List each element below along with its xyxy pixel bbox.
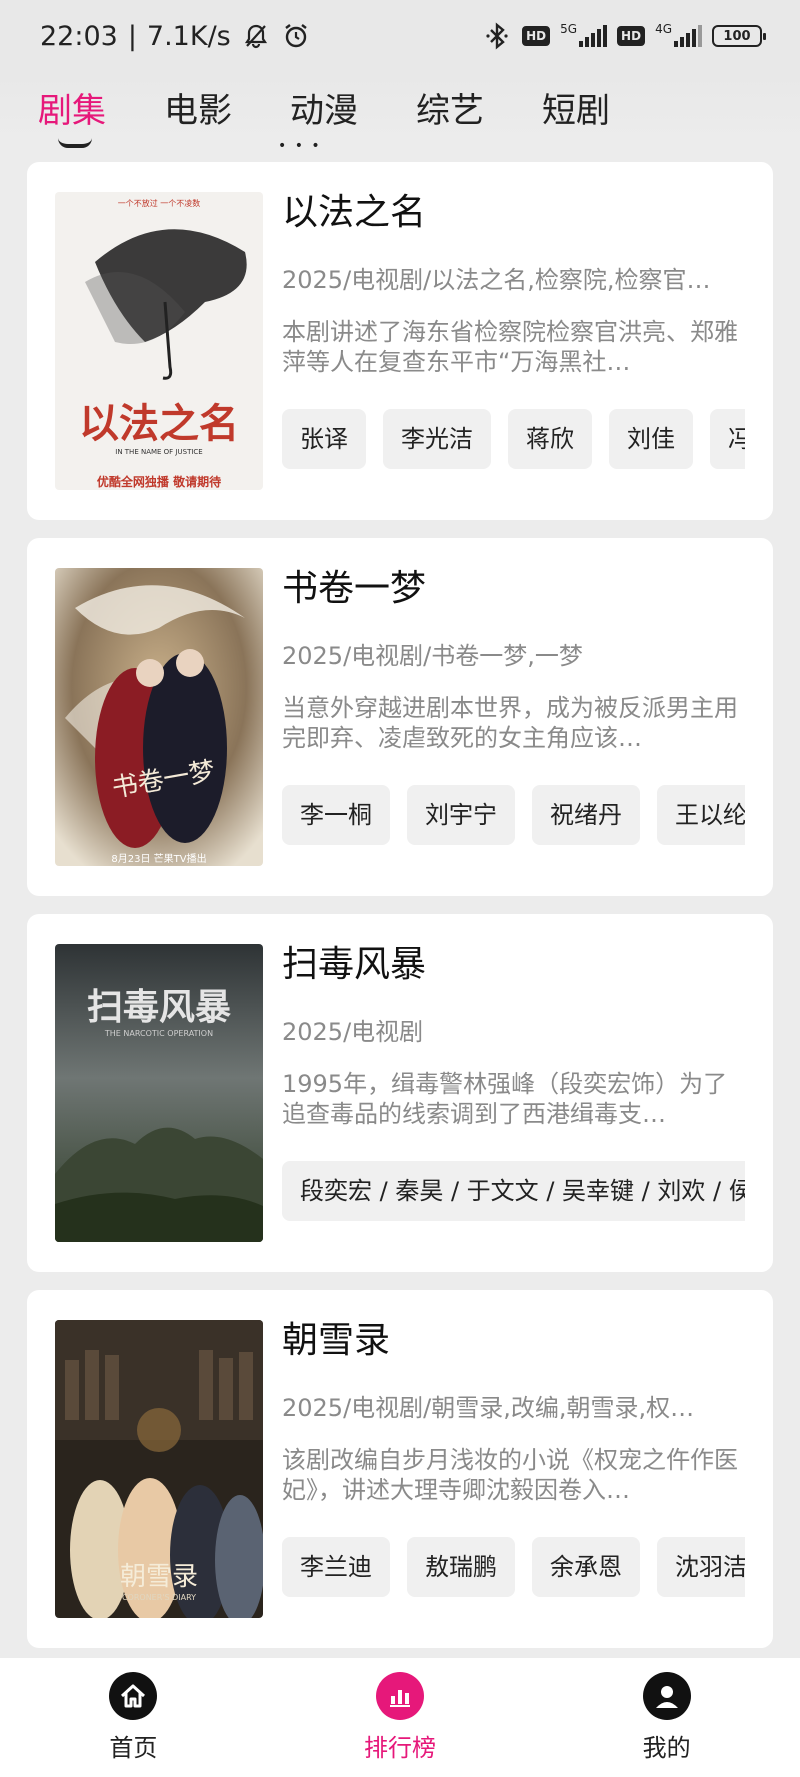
item-meta: 2025/电视剧/以法之名,检察院,检察官… (282, 266, 711, 294)
list-item[interactable]: 扫毒风暴 THE NARCOTIC OPERATION 扫毒风暴 2025/电视… (27, 914, 773, 1272)
cast-chip[interactable]: 余承恩 (532, 1537, 640, 1597)
cast-chips: 段奕宏 / 秦昊 / 于文文 / 吴幸键 / 刘欢 / 侯 (282, 1161, 745, 1221)
item-title: 以法之名 (282, 192, 427, 233)
item-title: 书卷一梦 (282, 568, 427, 609)
tab-anime[interactable]: 动漫 (290, 83, 358, 132)
nav-label: 排行榜 (363, 1734, 436, 1762)
cast-chip[interactable]: 敖瑞鹏 (407, 1537, 515, 1597)
item-description: 该剧改编自步月浅妆的小说《权宠之仵作医妃》，讲述大理寺卿沈毅因卷入… (282, 1446, 738, 1504)
cast-chip[interactable]: 刘宇宁 (407, 785, 515, 845)
bar-chart-icon (375, 1672, 424, 1720)
nav-ranking[interactable]: 排行榜 (320, 1672, 480, 1763)
cast-chip[interactable]: 李兰迪 (282, 1537, 390, 1597)
item-meta: 2025/电视剧 (282, 1018, 424, 1046)
item-description: 1995年，缉毒警林强峰（段奕宏饰）为了追查毒品的线索调到了西港缉毒支… (282, 1070, 728, 1128)
bluetooth-icon (482, 21, 512, 51)
signal-icon-2 (674, 25, 702, 47)
svg-text:扫毒风暴: 扫毒风暴 (87, 987, 231, 1028)
cast-chip[interactable]: 冯 (710, 409, 745, 469)
more-indicator-icon: • • • (278, 138, 322, 154)
cast-chip[interactable]: 刘佳 (609, 409, 693, 469)
home-icon (109, 1672, 158, 1720)
network-speed: 7.1K/s (146, 20, 231, 52)
tab-label: 短剧 (542, 90, 610, 131)
status-bar: 22:03 | 7.1K/s HD 5G HD 4G 100 (0, 0, 800, 72)
hd-badge-2: HD (617, 26, 646, 46)
svg-text:以法之名: 以法之名 (79, 400, 239, 447)
nav-profile[interactable]: 我的 (587, 1672, 747, 1763)
tab-label: 剧集 (38, 90, 106, 131)
clock: 22:03 (40, 20, 118, 52)
item-meta: 2025/电视剧/朝雪录,改编,朝雪录,权… (282, 1394, 695, 1422)
bottom-nav: 首页 排行榜 我的 (0, 1658, 800, 1777)
item-info: 书卷一梦 2025/电视剧/书卷一梦,一梦 当意外穿越进剧本世界，成为被反派男主… (282, 564, 745, 845)
status-separator: | (127, 20, 137, 52)
svg-text:朝雪录: 朝雪录 (120, 1562, 198, 1592)
svg-text:一个不放过 一个不凌数: 一个不放过 一个不凌数 (118, 198, 201, 208)
list-item[interactable]: 书卷一梦 8月23日 芒果TV播出 书卷一梦 2025/电视剧/书卷一梦,一梦 … (27, 538, 773, 896)
item-title: 扫毒风暴 (282, 944, 427, 985)
status-right: HD 5G HD 4G 100 (482, 21, 766, 51)
active-tab-indicator (58, 138, 92, 148)
cast-chip[interactable]: 蒋欣 (508, 409, 592, 469)
user-icon (642, 1672, 691, 1720)
cast-chip[interactable]: 李一桐 (282, 785, 390, 845)
item-info: 扫毒风暴 2025/电视剧 1995年，缉毒警林强峰（段奕宏饰）为了追查毒品的线… (282, 940, 745, 1221)
poster-image: 一个不放过 一个不凌数 以法之名 IN THE NAME OF JUSTICE … (55, 192, 263, 490)
nav-label: 我的 (642, 1734, 691, 1762)
nav-home[interactable]: 首页 (53, 1672, 213, 1763)
tab-variety[interactable]: 综艺 (416, 83, 484, 132)
item-description: 当意外穿越进剧本世界，成为被反派男主用完即弃、凌虐致死的女主角应该… (282, 694, 738, 752)
ranking-list: 一个不放过 一个不凌数 以法之名 IN THE NAME OF JUSTICE … (27, 162, 773, 1666)
item-title: 朝雪录 (282, 1320, 391, 1361)
poster-image: 扫毒风暴 THE NARCOTIC OPERATION (55, 944, 263, 1242)
status-left: 22:03 | 7.1K/s (40, 21, 311, 52)
tab-short-drama[interactable]: 短剧 (542, 83, 610, 132)
cast-chips: 张译 李光洁 蒋欣 刘佳 冯 (282, 409, 745, 469)
svg-text:8月23日 芒果TV播出: 8月23日 芒果TV播出 (111, 852, 206, 865)
svg-text:IN THE NAME OF JUSTICE: IN THE NAME OF JUSTICE (115, 448, 202, 456)
svg-text:CORONER'S DIARY: CORONER'S DIARY (122, 1593, 196, 1602)
cast-chips: 李一桐 刘宇宁 祝绪丹 王以纶 (282, 785, 745, 845)
svg-text:优酷全网独播 敬请期待: 优酷全网独播 敬请期待 (97, 474, 221, 489)
list-item[interactable]: 一个不放过 一个不凌数 以法之名 IN THE NAME OF JUSTICE … (27, 162, 773, 520)
cast-chip[interactable]: 段奕宏 / 秦昊 / 于文文 / 吴幸键 / 刘欢 / 侯 (282, 1161, 745, 1221)
network-type: 5G (560, 22, 578, 36)
cast-chip[interactable]: 祝绪丹 (532, 785, 640, 845)
cast-chip[interactable]: 张译 (282, 409, 366, 469)
hd-badge: HD (522, 26, 551, 46)
cast-chip[interactable]: 李光洁 (383, 409, 491, 469)
item-meta: 2025/电视剧/书卷一梦,一梦 (282, 642, 583, 670)
tab-label: 电影 (164, 90, 232, 131)
battery-icon: 100 (712, 25, 766, 47)
list-item[interactable]: 朝雪录 CORONER'S DIARY 朝雪录 2025/电视剧/朝雪录,改编,… (27, 1290, 773, 1648)
signal-icon (579, 25, 608, 47)
alarm-icon (281, 21, 311, 51)
tab-movies[interactable]: 电影 (164, 83, 232, 132)
tab-label: 动漫 (290, 90, 358, 131)
item-info: 朝雪录 2025/电视剧/朝雪录,改编,朝雪录,权… 该剧改编自步月浅妆的小说《… (282, 1316, 745, 1597)
tab-series[interactable]: 剧集 (38, 83, 106, 148)
item-info: 以法之名 2025/电视剧/以法之名,检察院,检察官… 本剧讲述了海东省检察院检… (282, 188, 745, 469)
category-tabs: 剧集 电影 动漫 综艺 短剧 (0, 72, 800, 148)
cast-chip[interactable]: 沈羽洁 (657, 1537, 745, 1597)
poster-image: 朝雪录 CORONER'S DIARY (55, 1320, 263, 1618)
tab-label: 综艺 (416, 90, 484, 131)
nav-label: 首页 (109, 1734, 158, 1762)
poster-image: 书卷一梦 8月23日 芒果TV播出 (55, 568, 263, 866)
svg-text:THE NARCOTIC OPERATION: THE NARCOTIC OPERATION (104, 1029, 213, 1038)
cast-chip[interactable]: 王以纶 (657, 785, 745, 845)
bell-muted-icon (241, 21, 271, 51)
cast-chips: 李兰迪 敖瑞鹏 余承恩 沈羽洁 (282, 1537, 745, 1597)
network-type-2: 4G (655, 22, 672, 36)
item-description: 本剧讲述了海东省检察院检察官洪亮、郑雅萍等人在复查东平市“万海黑社… (282, 318, 738, 376)
